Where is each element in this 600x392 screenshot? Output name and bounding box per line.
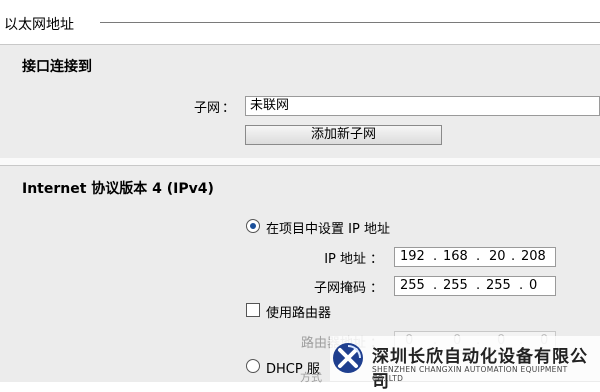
use-router-label: 使用路由器 <box>266 306 332 321</box>
ip-address-label: IP 地址 <box>324 252 366 267</box>
mask-octet-3: 255 <box>486 278 511 293</box>
mask-octet-4: 0 <box>529 278 538 293</box>
ethernet-address-title: 以太网地址 <box>4 17 74 33</box>
interface-connection-section: 接口连接到 子网 ： 未联网 添加新子网 <box>0 44 600 159</box>
subnet-colon: ： <box>222 101 236 116</box>
subnet-mask-label: 子网掩码 <box>313 281 366 296</box>
add-new-subnet-button[interactable]: 添加新子网 <box>245 125 442 145</box>
ip-octet-1: 192 <box>400 249 425 264</box>
section-gap <box>0 158 600 165</box>
radio-selected-dot <box>250 223 256 229</box>
subnet-label: 子网 <box>193 101 220 116</box>
mask-octet-2: 255 <box>443 278 468 293</box>
ip-address-colon: ： <box>370 252 384 267</box>
section-title-interface: 接口连接到 <box>22 59 92 75</box>
radio-set-ip-in-project[interactable] <box>246 219 260 233</box>
company-name-en: SHENZHEN CHANGXIN AUTOMATION EQUIPMENT C… <box>372 365 568 383</box>
subnet-mask-field[interactable]: 255 . 255 . 255 . 0 <box>394 276 556 296</box>
use-router-checkbox[interactable] <box>246 303 260 317</box>
ip-address-field[interactable]: 192 . 168 . 20 . 208 <box>394 247 556 267</box>
radio-set-ip-in-project-label: 在项目中设置 IP 地址 <box>266 222 390 237</box>
section-title-ipv4: Internet 协议版本 4 (IPv4) <box>22 181 214 197</box>
header-divider <box>100 22 600 23</box>
subnet-mask-colon: ： <box>370 281 384 296</box>
ip-octet-3: 20 <box>489 249 506 264</box>
company-logo-icon <box>333 343 363 373</box>
subnet-field[interactable]: 未联网 <box>245 96 600 116</box>
radio-dhcp[interactable] <box>246 359 260 373</box>
dhcp-subtext: 方式 <box>300 371 322 384</box>
mask-octet-1: 255 <box>400 278 425 293</box>
ethernet-address-header: 以太网地址 <box>0 0 600 44</box>
ip-octet-2: 168 <box>443 249 468 264</box>
ip-octet-4: 208 <box>521 249 546 264</box>
